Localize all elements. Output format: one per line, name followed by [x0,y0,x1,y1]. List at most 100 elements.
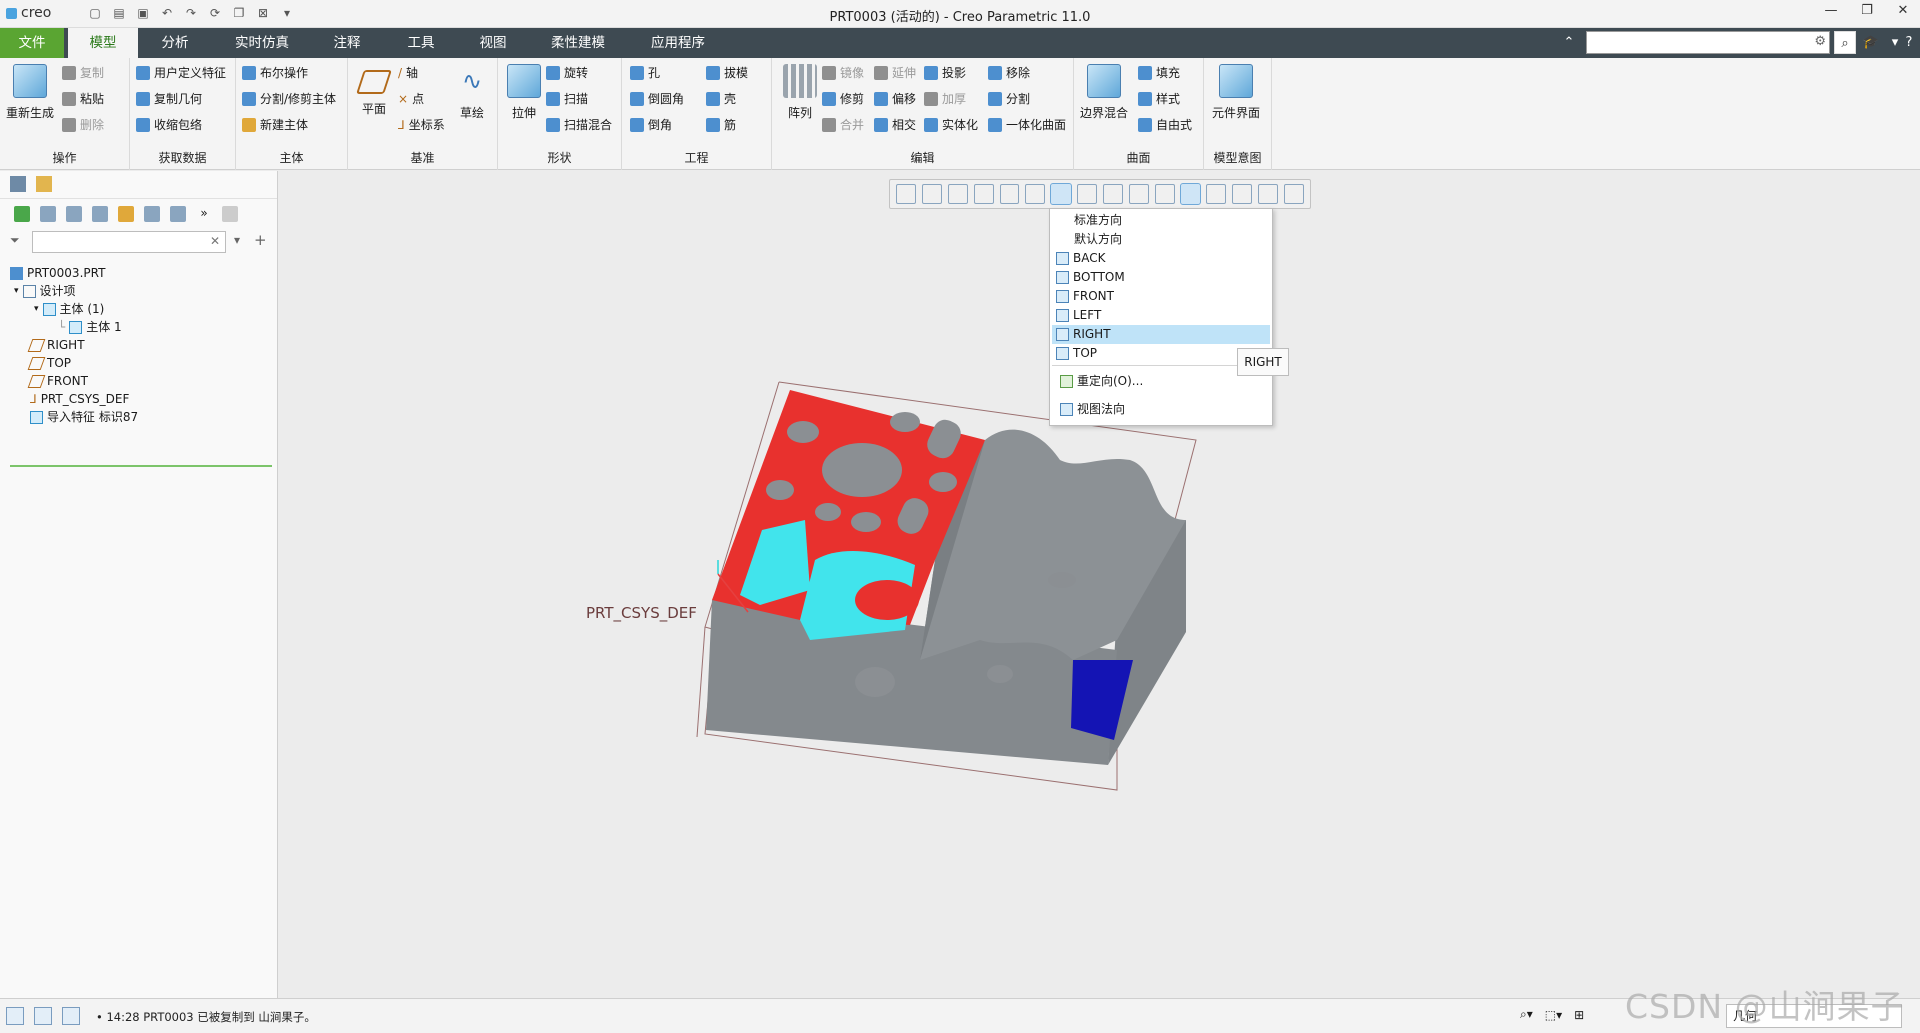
saved-orientations-icon[interactable] [1050,183,1073,205]
tree-node-root[interactable]: PRT0003.PRT [10,263,105,283]
search-icon[interactable]: ⌕ [1834,31,1856,54]
group-label[interactable]: 曲面 [1074,149,1203,166]
insert-indicator[interactable] [10,465,272,467]
filter-icon[interactable]: ⏷ [10,233,20,248]
delete-button[interactable]: 删除 [62,114,104,136]
axis-button[interactable]: / 轴 [398,62,418,84]
browser-toggle-icon[interactable] [34,1007,52,1025]
selection-box-icon[interactable]: ⬚▾ [1545,1008,1562,1022]
smart-select-icon[interactable]: ⊞ [1574,1008,1584,1022]
freestyle-button[interactable]: 自由式 [1138,114,1192,136]
draft-button[interactable]: 拔模 [706,62,748,84]
mirror-button[interactable]: 镜像 [822,62,864,84]
style-button[interactable]: 样式 [1138,88,1180,110]
sketch-button[interactable]: ∿ 草绘 [446,64,498,121]
csys-button[interactable]: ⅃ 坐标系 [398,114,445,136]
expand-icon[interactable]: ▾ [34,299,39,319]
intersect-button[interactable]: 相交 [874,114,916,136]
swept-blend-button[interactable]: 扫描混合 [546,114,612,136]
menu-item-default-orientation[interactable]: 默认方向 [1052,230,1270,249]
remove-button[interactable]: 移除 [988,62,1030,84]
group-label[interactable]: 主体 [236,149,347,166]
tab-model[interactable]: 模型 [68,28,138,58]
triangle-icon[interactable] [1232,184,1253,204]
pause-icon[interactable] [1258,184,1279,204]
pattern-button[interactable]: 阵列 [774,64,826,121]
shell-button[interactable]: 壳 [706,88,736,110]
menu-item-front[interactable]: FRONT [1052,287,1270,306]
annotation-plane-icon[interactable] [1284,184,1304,204]
copy-geometry-button[interactable]: 复制几何 [136,88,202,110]
offset-button[interactable]: 偏移 [874,88,916,110]
appearance-icon[interactable] [1102,184,1123,204]
chevron-down-icon[interactable]: ▾ [234,233,240,247]
help-icon[interactable]: ? [1898,31,1920,54]
display-style-icon[interactable] [1025,184,1046,204]
solidify-button[interactable]: 实体化 [924,114,978,136]
tree-node-bodies[interactable]: ▾ 主体 (1) [34,299,104,319]
tree-node-import-feature[interactable]: 导入特征 标识87 [30,407,138,427]
show-icon[interactable] [222,206,238,222]
trim-button[interactable]: 修剪 [822,88,864,110]
chamfer-button[interactable]: 倒角 [630,114,672,136]
fullscreen-icon[interactable] [62,1007,80,1025]
plane-button[interactable]: 平面 [348,64,400,117]
component-interface-button[interactable]: 元件界面 [1210,64,1262,121]
thicken-button[interactable]: 加厚 [924,88,966,110]
refit-icon[interactable] [896,184,916,204]
group-label[interactable]: 编辑 [772,149,1073,166]
tab-view[interactable]: 视图 [464,28,522,58]
tree-node-csys[interactable]: ⅃ PRT_CSYS_DEF [30,389,129,409]
boundary-blend-button[interactable]: 边界混合 [1078,64,1130,121]
tree-node-top[interactable]: TOP [27,353,71,373]
sweep-button[interactable]: 扫描 [546,88,588,110]
minimize-button[interactable]: — [1820,3,1842,18]
group-label[interactable]: 基准 [348,149,497,166]
split-body-button[interactable]: 分割/修剪主体 [242,88,336,110]
add-icon[interactable]: + [254,231,267,249]
gear-icon[interactable]: ⚙ [1814,34,1826,49]
extrude-button[interactable]: 拉伸 [498,64,550,121]
rib-button[interactable]: 筋 [706,114,736,136]
regenerate-button[interactable]: 重新生成 [4,64,56,121]
zoom-in-icon[interactable] [921,184,942,204]
tree-search-input[interactable]: ✕ [32,231,226,253]
udf-button[interactable]: 用户定义特征 [136,62,226,84]
tab-file[interactable]: 文件 [0,28,64,58]
tree-node-front[interactable]: FRONT [27,371,88,391]
menu-item-right[interactable]: RIGHT [1052,325,1270,344]
round-button[interactable]: 倒圆角 [630,88,684,110]
group-label[interactable]: 工程 [622,149,771,166]
view-manager-icon[interactable] [1077,184,1097,204]
group-label[interactable]: 模型意图 [1204,149,1271,166]
tab-analysis[interactable]: 分析 [146,28,204,58]
group-label[interactable]: 获取数据 [130,149,235,166]
zoom-out-icon[interactable] [947,184,968,204]
tree-settings-icon[interactable] [170,206,186,222]
project-button[interactable]: 投影 [924,62,966,84]
tree-expand-icon[interactable] [66,206,82,222]
fill-button[interactable]: 填充 [1138,62,1180,84]
menu-item-standard-orientation[interactable]: 标准方向 [1052,211,1270,230]
model-tree-tab-icon[interactable] [10,176,26,192]
tree-toggle-icon[interactable] [6,1007,24,1025]
merge-button[interactable]: 合并 [822,114,864,136]
extend-button[interactable]: 延伸 [874,62,916,84]
annotation-display-icon[interactable] [1179,183,1202,205]
tab-flexible-modeling[interactable]: 柔性建模 [540,28,616,58]
tree-node-body1[interactable]: └ 主体 1 [58,317,122,337]
revolve-button[interactable]: 旋转 [546,62,588,84]
group-label[interactable]: 形状 [498,149,621,166]
tree-structure-icon[interactable] [40,206,56,222]
menu-item-bottom[interactable]: BOTTOM [1052,268,1270,287]
shrinkwrap-button[interactable]: 收缩包络 [136,114,202,136]
repaint-icon[interactable] [973,184,994,204]
unify-surface-button[interactable]: 一体化曲面 [988,114,1066,136]
more-icon[interactable]: » [196,206,212,222]
tab-live-simulation[interactable]: 实时仿真 [226,28,298,58]
paste-button[interactable]: 粘贴 [62,88,104,110]
datum-display-icon[interactable] [1154,184,1175,204]
body-icon[interactable] [14,206,30,222]
hole-button[interactable]: 孔 [630,62,660,84]
tree-node-design-items[interactable]: ▾ 设计项 [14,281,76,301]
